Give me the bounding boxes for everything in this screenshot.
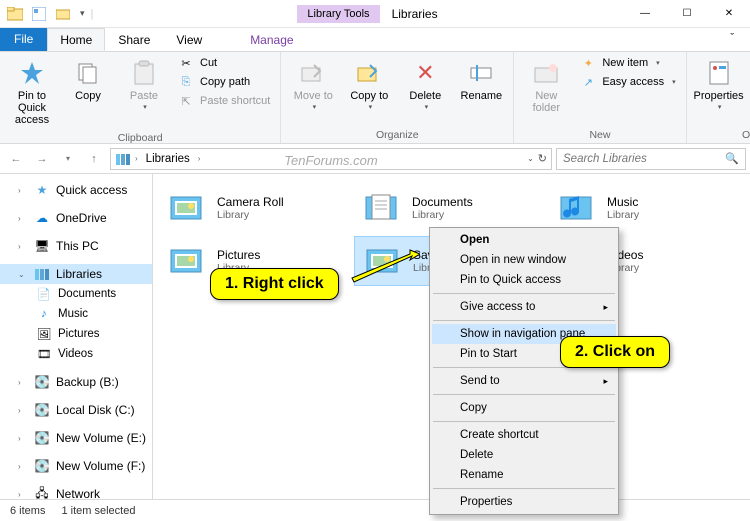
tab-manage[interactable]: Manage (237, 28, 306, 51)
new-folder-button[interactable]: New folder (520, 54, 572, 127)
ribbon-collapse-icon[interactable]: ˇ (722, 28, 742, 51)
status-selected-count: 1 item selected (61, 505, 135, 517)
paste-shortcut-button[interactable]: ⇱Paste shortcut (174, 92, 274, 110)
tab-view[interactable]: View (163, 28, 215, 51)
window-title: Libraries (392, 7, 438, 21)
ribbon-tabs: File Home Share View Manage ˇ (0, 28, 750, 52)
sidebar-item-videos[interactable]: 🎞Videos (0, 344, 152, 364)
copy-button[interactable]: Copy (62, 54, 114, 130)
context-menu: Open Open in new window Pin to Quick acc… (429, 227, 619, 515)
status-bar: 6 items 1 item selected (0, 499, 750, 521)
qat-properties-icon[interactable] (28, 3, 50, 25)
ctx-delete[interactable]: Delete (432, 445, 616, 465)
ctx-send-to[interactable]: Send to▸ (432, 371, 616, 391)
refresh-button[interactable]: ↻ (538, 152, 547, 165)
ribbon: Pin to Quick access Copy Paste▾ ✂Cut ⎘Co… (0, 52, 750, 144)
minimize-button[interactable]: — (624, 0, 666, 28)
navigation-pane[interactable]: ›★Quick access ›☁OneDrive ›🖥This PC ⌄Lib… (0, 174, 153, 499)
easy-access-button[interactable]: ↗Easy access▾ (576, 73, 679, 91)
ctx-open-new-window[interactable]: Open in new window (432, 250, 616, 270)
callout-right-click: 1. Right click (210, 268, 339, 300)
sidebar-item-libraries[interactable]: ⌄Libraries (0, 264, 152, 284)
delete-button[interactable]: ✕ Delete▾ (399, 54, 451, 127)
ctx-open[interactable]: Open (432, 230, 616, 250)
properties-button[interactable]: Properties▾ (693, 54, 745, 127)
address-bar[interactable]: › Libraries › TenForums.com ⌄↻ (110, 148, 552, 170)
sidebar-item-documents[interactable]: 📄Documents (0, 284, 152, 304)
forward-button[interactable]: → (30, 147, 54, 171)
ribbon-group-open: Properties▾ ▶Open▾ ✎Edit 🕑History Open (687, 52, 750, 143)
ribbon-group-new: New folder ✦New item▾ ↗Easy access▾ New (514, 52, 686, 143)
sidebar-item-local-disk[interactable]: ›💽Local Disk (C:) (0, 400, 152, 420)
sidebar-item-pictures[interactable]: 🖼Pictures (0, 324, 152, 344)
explorer-icon (4, 3, 26, 25)
address-bar-row: ← → ▾ ↑ › Libraries › TenForums.com ⌄↻ 🔍 (0, 144, 750, 174)
history-dropdown[interactable]: ▾ (56, 147, 80, 171)
callout-arrow-1 (350, 248, 420, 288)
tab-home[interactable]: Home (47, 28, 105, 51)
qat-new-folder-icon[interactable] (52, 3, 74, 25)
tab-share[interactable]: Share (105, 28, 163, 51)
status-item-count: 6 items (10, 505, 45, 517)
sidebar-item-music[interactable]: ♪Music (0, 304, 152, 324)
context-tab-label: Library Tools (297, 5, 379, 23)
ctx-give-access[interactable]: Give access to▸ (432, 297, 616, 317)
copy-to-button[interactable]: Copy to▾ (343, 54, 395, 127)
address-dropdown-icon[interactable]: ⌄ (527, 154, 534, 163)
ctx-copy[interactable]: Copy (432, 398, 616, 418)
new-item-button[interactable]: ✦New item▾ (576, 54, 679, 72)
sidebar-item-new-volume-f[interactable]: ›💽New Volume (F:) (0, 456, 152, 476)
libraries-icon (115, 152, 131, 166)
cut-button[interactable]: ✂Cut (174, 54, 274, 72)
sidebar-item-new-volume-e[interactable]: ›💽New Volume (E:) (0, 428, 152, 448)
titlebar: ▾ | Library Tools Libraries — ☐ ✕ (0, 0, 750, 28)
watermark: TenForums.com (284, 153, 377, 168)
breadcrumb[interactable]: Libraries (142, 153, 194, 165)
sidebar-item-network[interactable]: ›🖧Network (0, 484, 152, 499)
library-item-documents[interactable]: DocumentsLibrary (354, 184, 549, 232)
ctx-properties[interactable]: Properties (432, 492, 616, 512)
library-item-camera-roll[interactable]: Camera RollLibrary (159, 184, 354, 232)
search-input[interactable] (563, 153, 725, 165)
copy-path-button[interactable]: ⎘Copy path (174, 73, 274, 91)
back-button[interactable]: ← (4, 147, 28, 171)
ctx-pin-quick-access[interactable]: Pin to Quick access (432, 270, 616, 290)
pin-to-quick-access-button[interactable]: Pin to Quick access (6, 54, 58, 130)
close-button[interactable]: ✕ (708, 0, 750, 28)
move-to-button[interactable]: Move to▾ (287, 54, 339, 127)
ctx-create-shortcut[interactable]: Create shortcut (432, 425, 616, 445)
up-button[interactable]: ↑ (82, 147, 106, 171)
sidebar-item-this-pc[interactable]: ›🖥This PC (0, 236, 152, 256)
maximize-button[interactable]: ☐ (666, 0, 708, 28)
tab-file[interactable]: File (0, 28, 47, 51)
callout-click-on: 2. Click on (560, 336, 670, 368)
paste-button[interactable]: Paste▾ (118, 54, 170, 130)
ribbon-group-clipboard: Pin to Quick access Copy Paste▾ ✂Cut ⎘Co… (0, 52, 281, 143)
search-box[interactable]: 🔍 (556, 148, 746, 170)
sidebar-item-quick-access[interactable]: ›★Quick access (0, 180, 152, 200)
sidebar-item-backup[interactable]: ›💽Backup (B:) (0, 372, 152, 392)
ribbon-group-organize: Move to▾ Copy to▾ ✕ Delete▾ Rename Organ… (281, 52, 514, 143)
sidebar-item-onedrive[interactable]: ›☁OneDrive (0, 208, 152, 228)
ctx-rename[interactable]: Rename (432, 465, 616, 485)
qat-dropdown-icon[interactable]: ▾ (76, 8, 89, 19)
library-item-music[interactable]: MusicLibrary (549, 184, 744, 232)
rename-button[interactable]: Rename (455, 54, 507, 127)
search-icon: 🔍 (725, 152, 739, 165)
